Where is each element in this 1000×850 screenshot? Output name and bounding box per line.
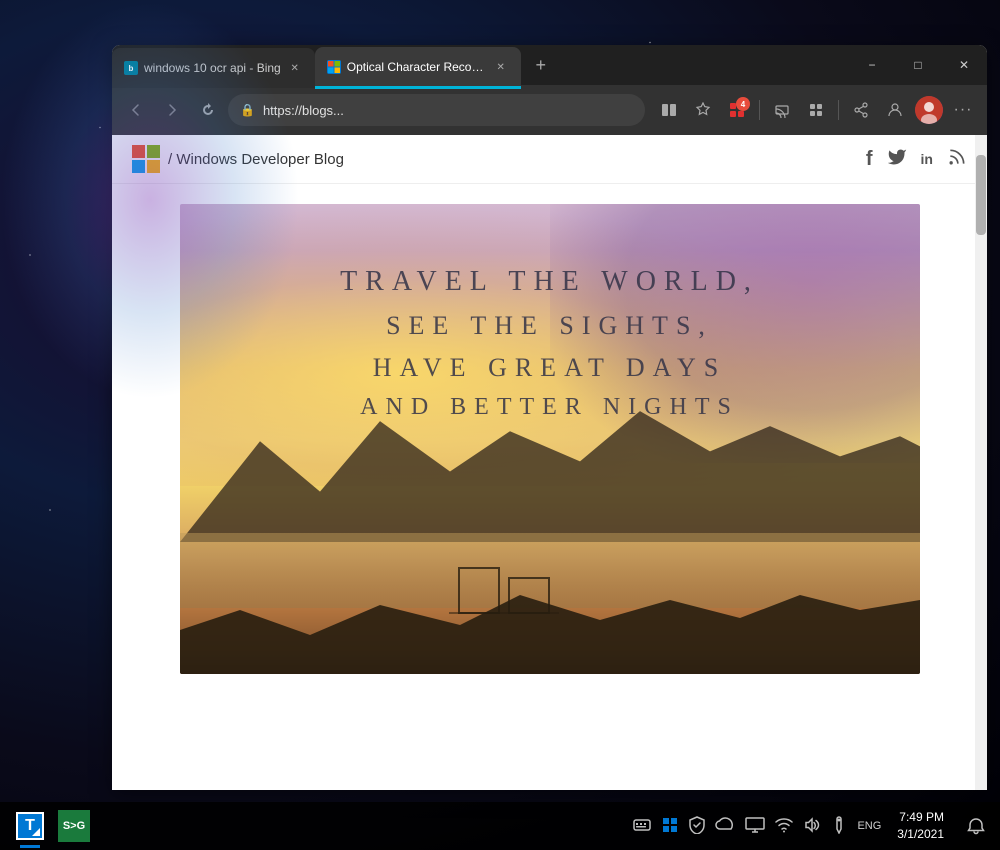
facebook-icon[interactable]: f <box>866 148 873 171</box>
navbar: 🔒 https://blogs... 4 <box>112 85 987 135</box>
profile-icon[interactable] <box>879 94 911 126</box>
taskbar-item-sg[interactable]: S>G <box>52 804 96 848</box>
collections-badge: 4 <box>736 97 750 111</box>
travel-image: Travel the World, See the Sights, Have G… <box>180 204 920 674</box>
share-button[interactable] <box>845 94 877 126</box>
pen-icon[interactable] <box>831 816 847 837</box>
taskbar-clock[interactable]: 7:49 PM 3/1/2021 <box>889 809 952 843</box>
system-icons: ENG <box>633 816 881 837</box>
close-button[interactable]: ✕ <box>941 45 987 85</box>
browser-window: b windows 10 ocr api - Bing ✕ Optical Ch… <box>112 45 987 790</box>
image-text-line3: Have Great Days <box>220 347 880 389</box>
maximize-button[interactable]: □ <box>895 45 941 85</box>
site-logo-area: / Windows Developer Blog <box>132 145 344 173</box>
logo-red <box>132 145 145 158</box>
scrollbar-thumb[interactable] <box>976 155 986 235</box>
more-button[interactable]: ··· <box>947 94 979 126</box>
titlebar: b windows 10 ocr api - Bing ✕ Optical Ch… <box>112 45 987 85</box>
tab-ocr-favicon <box>327 60 341 74</box>
rss-icon[interactable] <box>947 147 967 172</box>
nav-tools: 4 <box>653 94 979 126</box>
address-text: https://blogs... <box>263 103 633 118</box>
logo-blue <box>132 160 145 173</box>
minimize-button[interactable]: − <box>849 45 895 85</box>
address-bar[interactable]: 🔒 https://blogs... <box>228 94 645 126</box>
t-icon: T <box>16 812 44 840</box>
browser-scrollbar[interactable] <box>975 135 987 790</box>
favorites-button[interactable] <box>687 94 719 126</box>
cast-button[interactable] <box>766 94 798 126</box>
touch-keyboard-icon[interactable] <box>633 816 651 837</box>
language-indicator[interactable]: ENG <box>857 820 881 832</box>
sg-text: S>G <box>63 820 85 832</box>
article-image-container: Travel the World, See the Sights, Have G… <box>112 184 987 694</box>
image-text-line1: Travel the World, <box>220 260 880 305</box>
wifi-icon[interactable] <box>775 817 793 836</box>
tab-bing-close[interactable]: ✕ <box>287 60 303 76</box>
volume-icon[interactable] <box>803 816 821 837</box>
tab-bing-label: windows 10 ocr api - Bing <box>144 61 281 75</box>
linkedin-icon[interactable]: in <box>921 151 933 167</box>
nav-separator-1 <box>759 100 760 120</box>
window-controls: − □ ✕ <box>849 45 987 85</box>
tab-bing[interactable]: b windows 10 ocr api - Bing ✕ <box>112 48 315 88</box>
display-icon[interactable] <box>745 817 765 836</box>
clock-time: 7:49 PM <box>897 809 944 826</box>
reader-view-button[interactable] <box>653 94 685 126</box>
content-area[interactable]: / Windows Developer Blog f in <box>112 135 987 790</box>
tab-ocr-close[interactable]: ✕ <box>493 59 509 75</box>
tab-ocr-label: Optical Character Recognition (O... <box>347 60 487 74</box>
refresh-button[interactable] <box>192 94 224 126</box>
desktop: b windows 10 ocr api - Bing ✕ Optical Ch… <box>0 0 1000 850</box>
user-avatar <box>915 96 943 124</box>
tab-ocr[interactable]: Optical Character Recognition (O... ✕ <box>315 47 521 87</box>
cloud-icon[interactable] <box>715 817 735 836</box>
notification-button[interactable] <box>960 810 992 842</box>
dock-svg <box>439 558 569 618</box>
site-title: / Windows Developer Blog <box>168 151 344 168</box>
image-text-line2: See the Sights, <box>220 305 880 347</box>
taskbar-right: ENG 7:49 PM 3/1/2021 <box>633 809 992 843</box>
twitter-icon[interactable] <box>887 147 907 172</box>
avatar[interactable] <box>913 94 945 126</box>
taskbar: T S>G <box>0 802 1000 850</box>
logo-green <box>147 145 160 158</box>
clock-date: 3/1/2021 <box>897 826 944 843</box>
cursor-icon <box>32 828 40 836</box>
tab-manager-button[interactable] <box>800 94 832 126</box>
image-text: Travel the World, See the Sights, Have G… <box>180 260 920 426</box>
new-tab-button[interactable]: + <box>525 49 557 81</box>
active-tab-indicator <box>315 86 521 89</box>
social-icons: f in <box>866 147 967 172</box>
forward-button[interactable] <box>156 94 188 126</box>
lock-icon: 🔒 <box>240 103 255 117</box>
store-icon[interactable] <box>661 816 679 837</box>
nav-separator-2 <box>838 100 839 120</box>
collections-button[interactable]: 4 <box>721 94 753 126</box>
logo-yellow <box>147 160 160 173</box>
security-icon[interactable] <box>689 816 705 837</box>
windows-logo <box>132 145 160 173</box>
back-button[interactable] <box>120 94 152 126</box>
tab-bing-favicon: b <box>124 61 138 75</box>
image-text-line4: And Better Nights <box>220 388 880 426</box>
site-header: / Windows Developer Blog f in <box>112 135 987 184</box>
sg-icon: S>G <box>58 810 90 842</box>
taskbar-item-t[interactable]: T <box>8 804 52 848</box>
